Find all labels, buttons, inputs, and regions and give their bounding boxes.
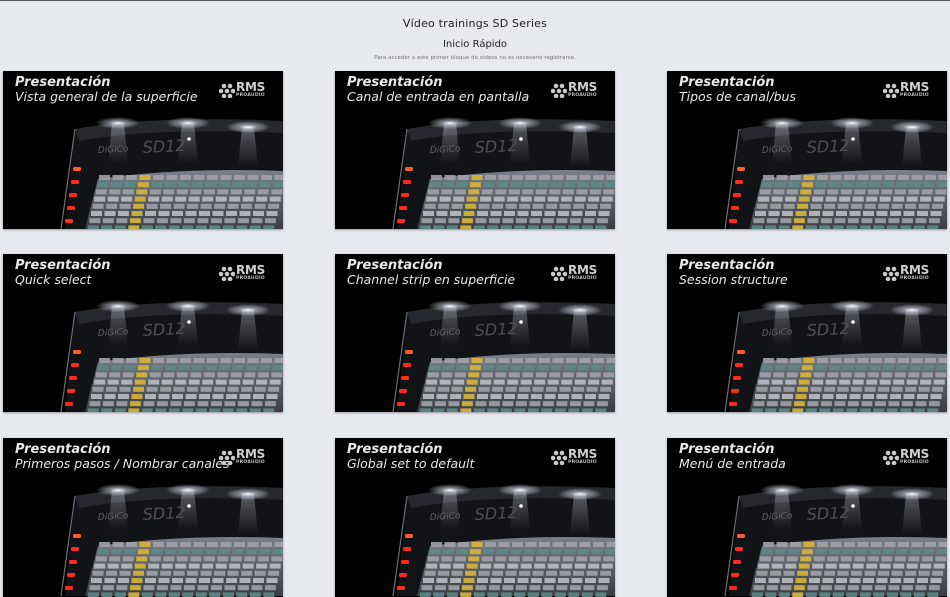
- video-heading: Presentación: [347, 442, 443, 457]
- brand-sub: PROAUDIO: [236, 276, 265, 281]
- rms-proaudio-logo: RMS PROAUDIO: [883, 263, 933, 282]
- brand-sub: PROAUDIO: [236, 93, 265, 98]
- brand-sub: PROAUDIO: [236, 460, 265, 465]
- rms-proaudio-logo: RMS PROAUDIO: [551, 263, 601, 282]
- video-heading: Presentación: [347, 75, 443, 90]
- brand-name: RMS: [900, 447, 929, 461]
- logo-dots-icon: [883, 450, 899, 465]
- console-model-label: SD12: [142, 319, 186, 340]
- video-subtitle: Vista general de la superficie: [15, 88, 198, 104]
- brand-name: RMS: [236, 447, 265, 461]
- video-subtitle: Global set to default: [347, 455, 475, 471]
- video-subtitle: Channel strip en superficie: [347, 271, 516, 287]
- video-subtitle: Primeros pasos / Nombrar canales: [15, 455, 230, 471]
- video-subtitle: Session structure: [679, 271, 788, 287]
- console-model-label: SD12: [806, 136, 850, 157]
- rms-proaudio-logo: RMS PROAUDIO: [551, 447, 601, 466]
- video-heading: Presentación: [15, 442, 111, 457]
- brand-name: RMS: [236, 80, 265, 94]
- console-maker-label: DiGiCo: [98, 144, 130, 156]
- page-title: Vídeo trainings SD Series: [402, 17, 548, 30]
- console-maker-label: DiGiCo: [430, 327, 462, 339]
- video-heading: Presentación: [347, 258, 443, 273]
- video-thumbnail-2[interactable]: DiGiCo SD12 Presentación Canal de entrada e…: [335, 71, 615, 229]
- brand-name: RMS: [236, 263, 265, 277]
- console-model-label: SD12: [806, 503, 850, 524]
- video-title: Presentación Vista general de la superfic…: [15, 76, 198, 103]
- brand-name: RMS: [568, 447, 597, 461]
- logo-dots-icon: [551, 83, 567, 98]
- brand-name: RMS: [568, 263, 597, 277]
- rms-proaudio-logo: RMS PROAUDIO: [883, 80, 933, 99]
- video-title: Presentación Tipos de canal/bus: [679, 76, 796, 103]
- video-heading: Presentación: [679, 258, 775, 273]
- video-heading: Presentación: [15, 258, 111, 273]
- video-thumbnail-4[interactable]: DiGiCo SD12 Presentación Quick select RMS PRO…: [3, 254, 283, 412]
- video-heading: Presentación: [15, 75, 111, 90]
- brand-sub: PROAUDIO: [900, 93, 929, 98]
- video-title: Presentación Quick select: [15, 259, 111, 286]
- video-subtitle: Canal de entrada en pantalla: [347, 88, 530, 104]
- brand-sub: PROAUDIO: [900, 276, 929, 281]
- logo-dots-icon: [883, 83, 899, 98]
- console-maker-label: DiGiCo: [98, 327, 130, 339]
- video-subtitle: Menú de entrada: [679, 455, 786, 471]
- brand-sub: PROAUDIO: [568, 460, 597, 465]
- logo-dots-icon: [219, 450, 235, 465]
- brand-sub: PROAUDIO: [568, 276, 597, 281]
- brand-name: RMS: [568, 80, 597, 94]
- rms-proaudio-logo: RMS PROAUDIO: [219, 447, 269, 466]
- logo-dots-icon: [551, 450, 567, 465]
- logo-dots-icon: [219, 266, 235, 281]
- video-thumbnail-7[interactable]: DiGiCo SD12 Presentación Primeros pasos / N…: [3, 438, 283, 597]
- video-thumbnail-6[interactable]: DiGiCo SD12 Presentación Session structure R…: [667, 254, 947, 412]
- registration-note: Para acceder a este primer bloque de vid…: [374, 55, 576, 61]
- rms-proaudio-logo: RMS PROAUDIO: [219, 80, 269, 99]
- rms-proaudio-logo: RMS PROAUDIO: [219, 263, 269, 282]
- console-maker-label: DiGiCo: [430, 144, 462, 156]
- console-maker-label: DiGiCo: [98, 511, 130, 523]
- logo-dots-icon: [219, 83, 235, 98]
- video-thumbnail-3[interactable]: DiGiCo SD12 Presentación Tipos de canal/bus…: [667, 71, 947, 229]
- brand-sub: PROAUDIO: [568, 93, 597, 98]
- console-model-label: SD12: [474, 503, 518, 524]
- video-subtitle: Quick select: [15, 271, 92, 287]
- video-thumbnail-1[interactable]: DiGiCo SD12 Presentación Vista general de l…: [3, 71, 283, 229]
- console-model-label: SD12: [142, 503, 186, 524]
- video-subtitle: Tipos de canal/bus: [679, 88, 796, 104]
- rms-proaudio-logo: RMS PROAUDIO: [883, 447, 933, 466]
- section-title: Inicio Rápido: [442, 39, 508, 50]
- video-thumbnail-8[interactable]: DiGiCo SD12 Presentación Global set to defa…: [335, 438, 615, 597]
- brand-name: RMS: [900, 80, 929, 94]
- console-model-label: SD12: [474, 136, 518, 157]
- video-title: Presentación Global set to default: [347, 443, 474, 470]
- brand-sub: PROAUDIO: [900, 460, 929, 465]
- brand-name: RMS: [900, 263, 929, 277]
- video-heading: Presentación: [679, 442, 775, 457]
- console-maker-label: DiGiCo: [762, 327, 794, 339]
- console-maker-label: DiGiCo: [762, 144, 794, 156]
- console-maker-label: DiGiCo: [430, 511, 462, 523]
- logo-dots-icon: [883, 266, 899, 281]
- logo-dots-icon: [551, 266, 567, 281]
- video-heading: Presentación: [679, 75, 775, 90]
- console-maker-label: DiGiCo: [762, 511, 794, 523]
- video-thumbnail-9[interactable]: DiGiCo SD12 Presentación Menú de entrada RMS…: [667, 438, 947, 597]
- video-title: Presentación Session structure: [679, 259, 788, 286]
- page-header: Vídeo trainings SD Series Inicio Rápido …: [0, 0, 950, 70]
- console-model-label: SD12: [142, 136, 186, 157]
- video-thumbnail-5[interactable]: DiGiCo SD12 Presentación Channel strip en s…: [335, 254, 615, 412]
- video-title: Presentación Menú de entrada: [679, 443, 786, 470]
- rms-proaudio-logo: RMS PROAUDIO: [551, 80, 601, 99]
- console-model-label: SD12: [474, 319, 518, 340]
- video-title: Presentación Channel strip en superficie: [347, 259, 515, 286]
- video-title: Presentación Canal de entrada en pantalla: [347, 76, 529, 103]
- video-title: Presentación Primeros pasos / Nombrar can…: [15, 443, 230, 470]
- console-model-label: SD12: [806, 319, 850, 340]
